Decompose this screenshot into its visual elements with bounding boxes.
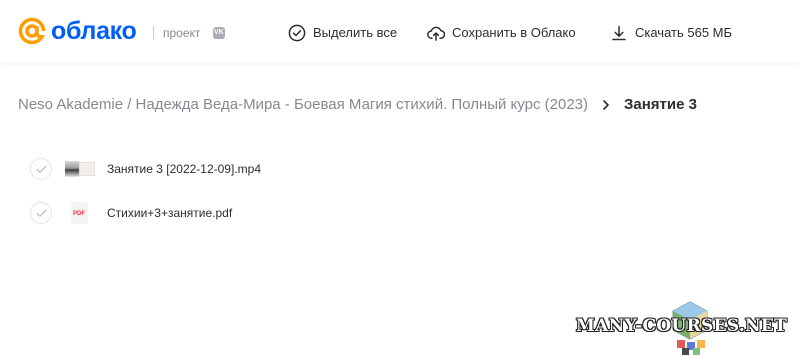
download-icon	[612, 25, 626, 41]
top-bar: облако проект VK Выделить все Сохранить …	[0, 0, 800, 62]
breadcrumb-current: Занятие 3	[624, 96, 697, 113]
chevron-right-icon	[603, 100, 609, 110]
select-all-label: Выделить все	[313, 25, 398, 40]
download-label: Скачать 565 МБ	[635, 25, 733, 40]
check-icon	[36, 165, 46, 173]
vk-badge-text: VK	[214, 29, 224, 36]
check-icon	[36, 209, 46, 217]
logo-text: облако	[51, 17, 137, 45]
save-to-cloud-label: Сохранить в Облако	[452, 25, 576, 40]
logo-divider	[153, 26, 154, 40]
oblako-logo[interactable]: облако	[18, 17, 137, 45]
project-label: проект	[163, 26, 201, 40]
video-thumbnail	[64, 159, 95, 179]
vk-badge-icon: VK	[213, 27, 225, 39]
file-name[interactable]: Стихии+3+занятие.pdf	[107, 205, 232, 221]
file-row-pdf[interactable]: PDF Стихии+3+занятие.pdf	[30, 200, 232, 226]
file-select-checkbox[interactable]	[30, 202, 52, 224]
watermark-text: MANY-COURSES.NET	[576, 316, 788, 336]
watermark: MANY-COURSES.NET	[576, 298, 800, 359]
save-to-cloud-button[interactable]: Сохранить в Облако	[427, 22, 576, 44]
file-name[interactable]: Занятие 3 [2022-12-09].mp4	[107, 161, 261, 177]
file-row-video[interactable]: Занятие 3 [2022-12-09].mp4	[30, 156, 261, 182]
pdf-type-label: PDF	[73, 211, 85, 217]
breadcrumb: Neso Akademie / Надежда Веда-Мира - Боев…	[18, 94, 697, 116]
cloud-upload-icon	[427, 26, 445, 41]
pdf-file-icon: PDF	[64, 201, 95, 225]
file-select-checkbox[interactable]	[30, 158, 52, 180]
download-button[interactable]: Скачать 565 МБ	[610, 22, 732, 44]
select-all-button[interactable]: Выделить все	[288, 22, 397, 44]
at-sign-logo-icon	[18, 17, 46, 45]
breadcrumb-parent-link[interactable]: Neso Akademie / Надежда Веда-Мира - Боев…	[18, 95, 588, 115]
check-circle-icon	[288, 24, 306, 42]
